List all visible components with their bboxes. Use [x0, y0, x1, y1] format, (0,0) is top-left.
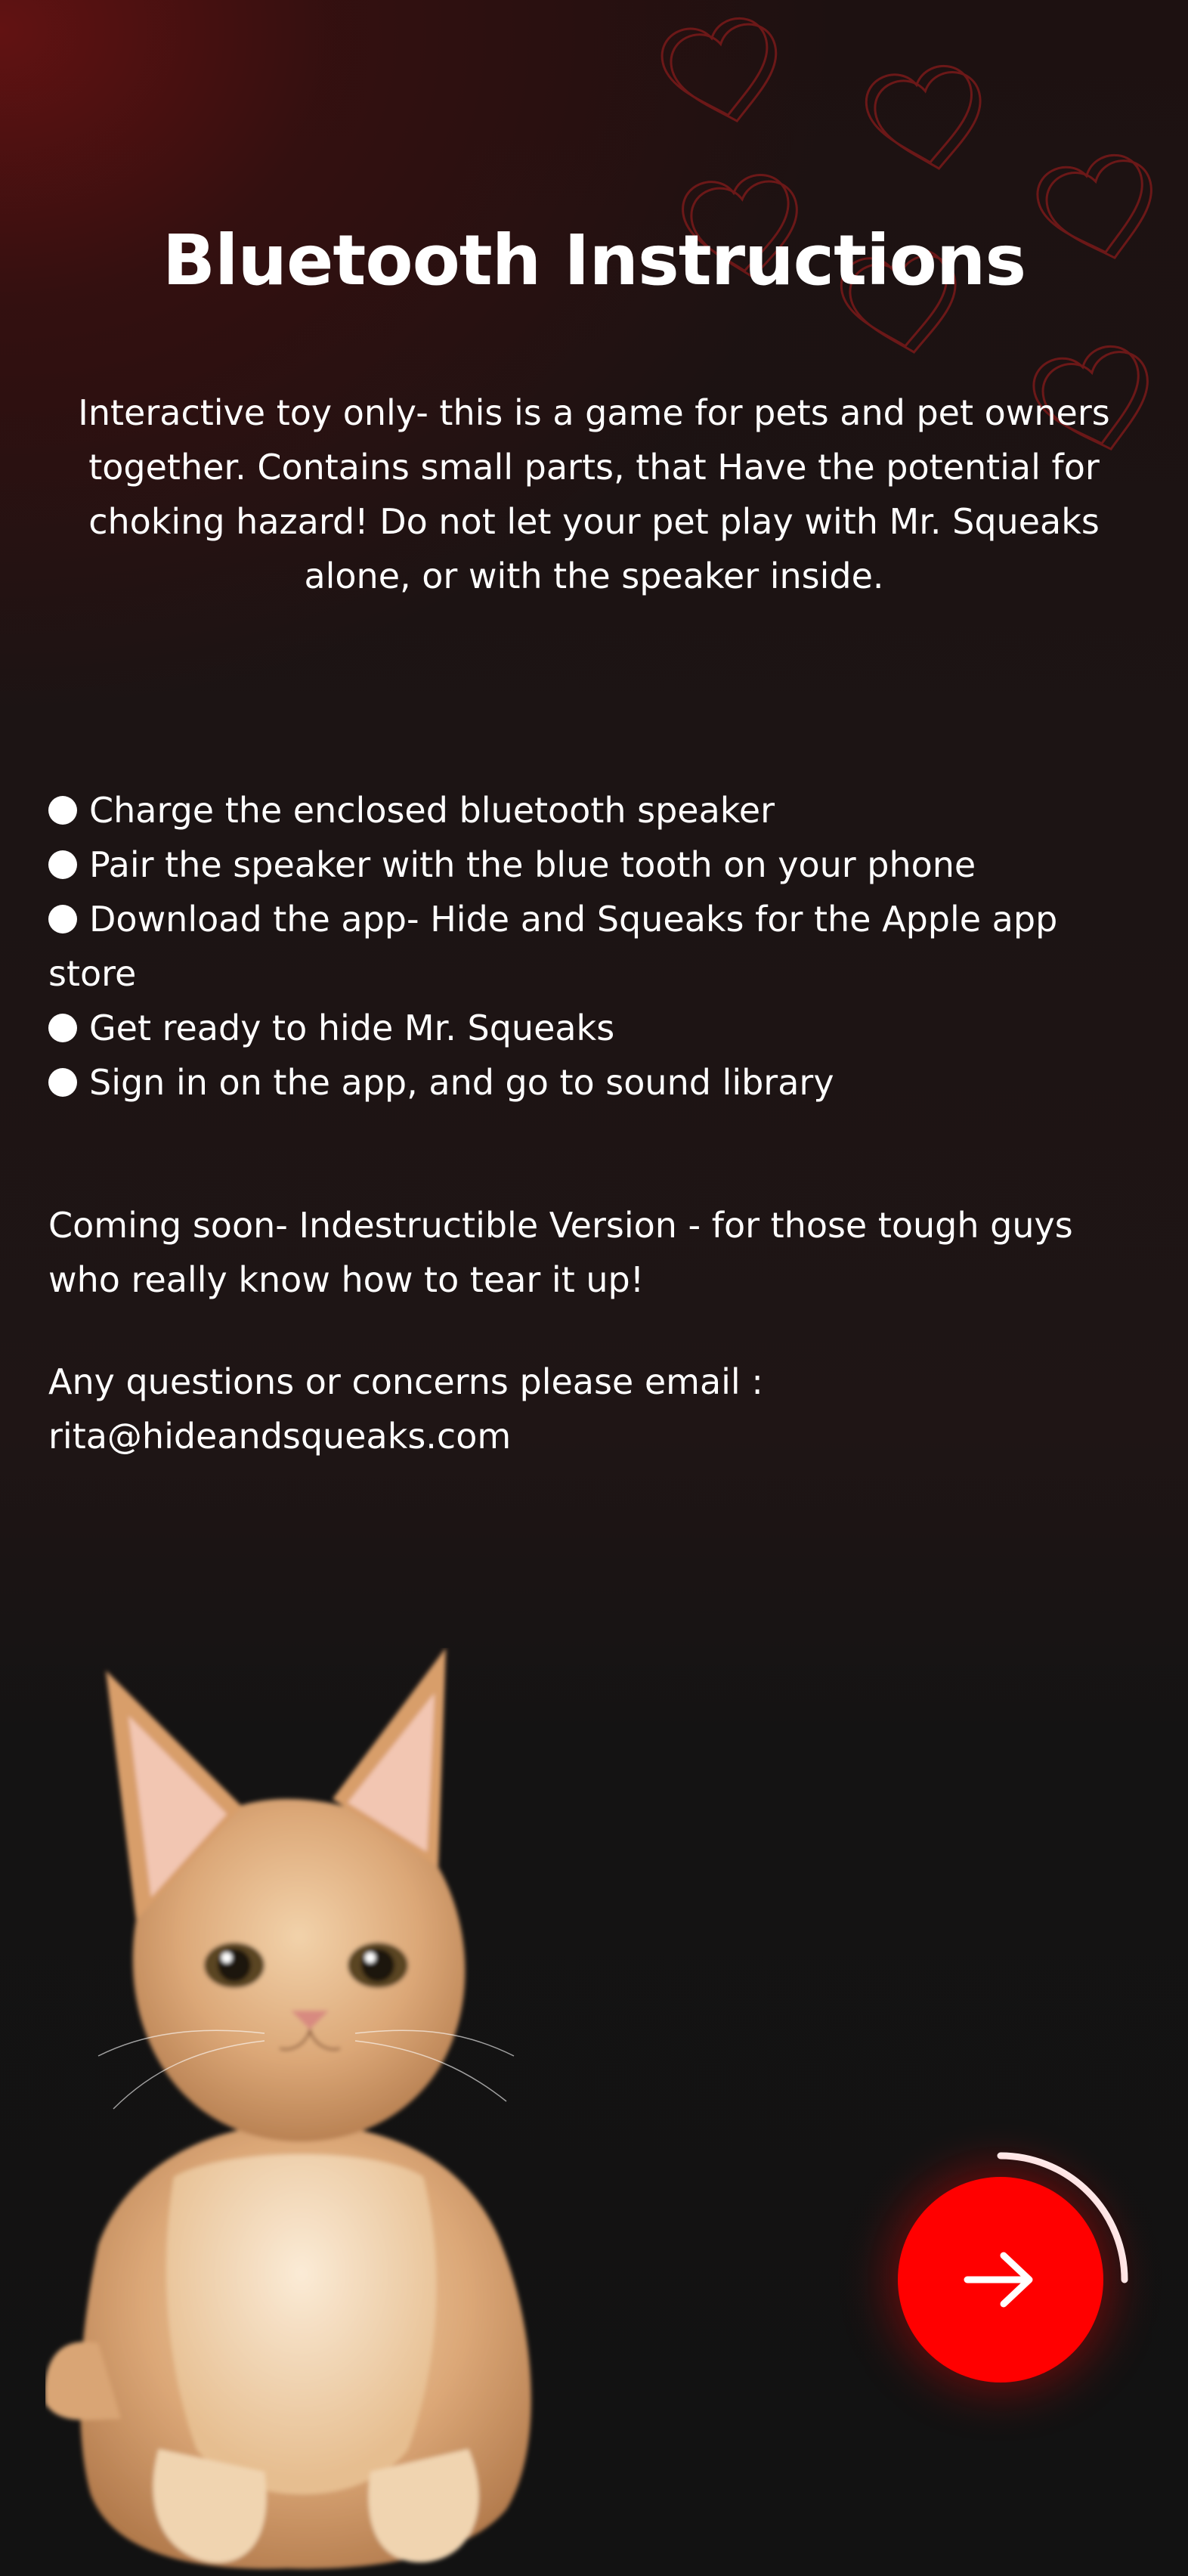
contact-block: Any questions or concerns please email :… — [48, 1355, 1140, 1463]
list-item: Sign in on the app, and go to sound libr… — [48, 1055, 1140, 1110]
step-text: Download the app- Hide and Squeaks for t… — [48, 899, 1058, 994]
bullet-icon — [48, 796, 77, 825]
next-button[interactable] — [898, 2177, 1103, 2382]
step-text: Charge the enclosed bluetooth speaker — [89, 790, 775, 831]
contact-line: Any questions or concerns please email : — [48, 1361, 763, 1402]
coming-soon-text: Coming soon- Indestructible Version - fo… — [48, 1205, 1073, 1300]
heart-icon — [655, 12, 790, 134]
bullet-icon — [48, 905, 77, 933]
step-text: Pair the speaker with the blue tooth on … — [89, 844, 976, 885]
bullet-icon — [48, 1068, 77, 1097]
contact-email: rita@hideandsqueaks.com — [48, 1416, 512, 1457]
arrow-right-icon — [964, 2252, 1033, 2308]
page-title: Bluetooth Instructions — [162, 220, 1026, 301]
list-item: Download the app- Hide and Squeaks for t… — [48, 892, 1140, 1001]
list-item: Charge the enclosed bluetooth speaker — [48, 783, 1140, 838]
bullet-icon — [48, 850, 77, 879]
instruction-list: Charge the enclosed bluetooth speaker Pa… — [48, 783, 1140, 1110]
kitten-image — [45, 1648, 531, 2569]
intro-text: Interactive toy only- this is a game for… — [78, 392, 1110, 596]
heart-icon — [861, 60, 992, 179]
step-text: Sign in on the app, and go to sound libr… — [89, 1062, 834, 1103]
list-item: Pair the speaker with the blue tooth on … — [48, 838, 1140, 892]
list-item: Get ready to hide Mr. Squeaks — [48, 1001, 1140, 1055]
bullet-icon — [48, 1014, 77, 1042]
next-control — [877, 2132, 1149, 2404]
step-text: Get ready to hide Mr. Squeaks — [89, 1008, 615, 1048]
